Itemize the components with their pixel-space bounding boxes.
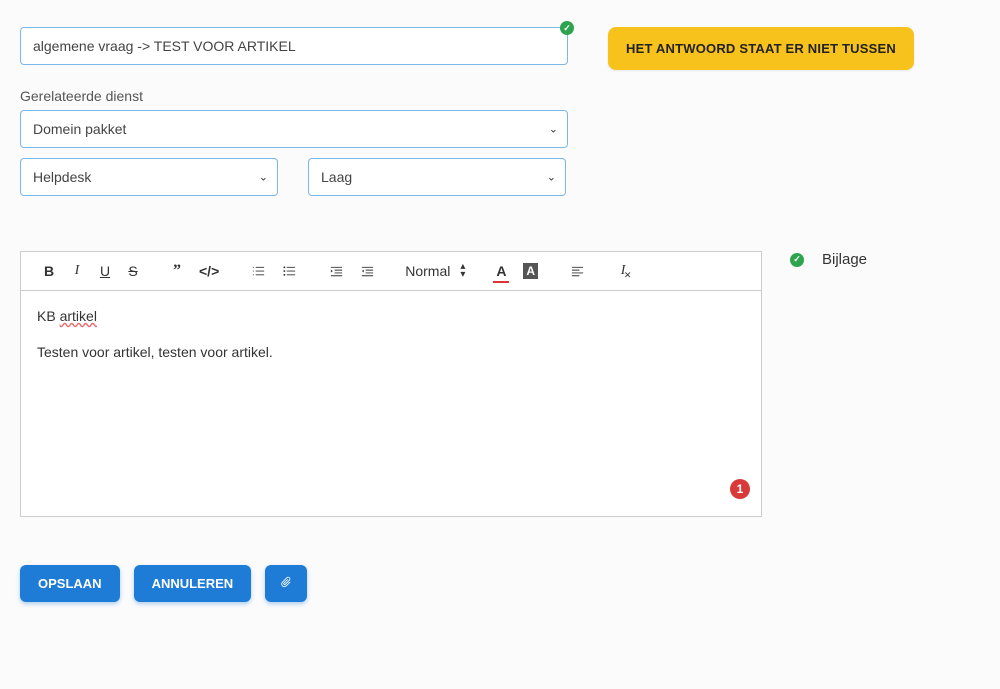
save-button[interactable]: OPSLAAN — [20, 565, 120, 602]
cancel-button[interactable]: ANNULEREN — [134, 565, 252, 602]
editor-text: Testen voor artikel, testen voor artikel… — [37, 341, 745, 363]
paperclip-icon — [279, 575, 293, 589]
font-color-button[interactable]: A — [491, 259, 511, 283]
attach-button[interactable] — [265, 565, 307, 602]
indent-button[interactable] — [356, 260, 379, 283]
format-select[interactable]: Normal ▴▾ — [395, 263, 475, 279]
quote-button[interactable]: ” — [167, 258, 187, 284]
underline-button[interactable]: U — [95, 259, 115, 283]
background-color-button[interactable]: A — [519, 259, 542, 283]
outdent-button[interactable] — [325, 260, 348, 283]
department-select[interactable]: Helpdesk — [20, 158, 278, 196]
subject-input[interactable] — [20, 27, 568, 65]
editor-toolbar: B I U S ” </> — [21, 252, 761, 291]
rich-text-editor: B I U S ” </> — [20, 251, 762, 517]
clear-format-button[interactable]: I✕ — [613, 259, 633, 283]
no-answer-button[interactable]: HET ANTWOORD STAAT ER NIET TUSSEN — [608, 27, 914, 70]
related-service-select[interactable]: Domein pakket — [20, 110, 568, 148]
format-label: Normal — [405, 263, 450, 279]
code-button[interactable]: </> — [195, 259, 223, 283]
bold-button[interactable]: B — [39, 259, 59, 283]
editor-text: KB — [37, 308, 60, 324]
editor-content[interactable]: KB artikel Testen voor artikel, testen v… — [21, 291, 761, 516]
strike-button[interactable]: S — [123, 259, 143, 283]
priority-select[interactable]: Laag — [308, 158, 566, 196]
notification-badge[interactable]: 1 — [730, 479, 750, 499]
check-icon — [790, 253, 804, 267]
misspelled-word: artikel — [60, 308, 97, 324]
related-service-label: Gerelateerde dienst — [20, 88, 980, 104]
check-icon — [560, 21, 574, 35]
updown-icon: ▴▾ — [460, 263, 465, 279]
italic-button[interactable]: I — [67, 259, 87, 283]
ordered-list-button[interactable] — [247, 260, 270, 283]
attachment-label: Bijlage — [822, 251, 867, 268]
align-button[interactable] — [566, 260, 589, 283]
unordered-list-button[interactable] — [278, 260, 301, 283]
